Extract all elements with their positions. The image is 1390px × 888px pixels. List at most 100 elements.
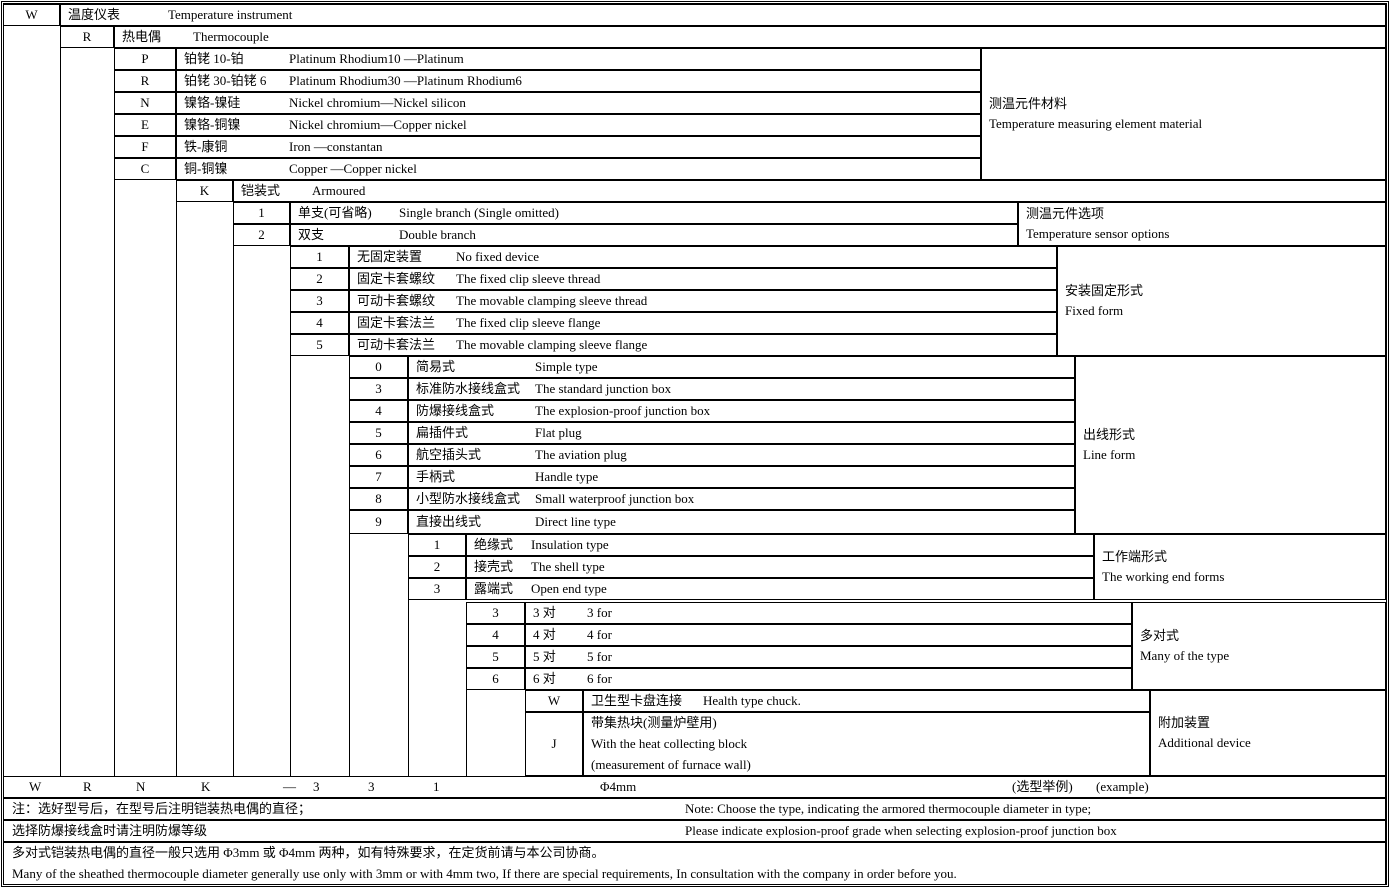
additional-device-code: J xyxy=(551,736,557,751)
working-end-en: Open end type xyxy=(531,581,607,596)
line-form-label-cell xyxy=(1074,355,1386,534)
example-label-zh: (选型举例) xyxy=(1012,779,1073,794)
example-code: K xyxy=(201,779,211,794)
material-code: P xyxy=(141,51,149,66)
material-code: R xyxy=(140,73,150,88)
column-divider xyxy=(525,690,526,776)
material-en: Platinum Rhodium10 —Platinum xyxy=(289,51,464,66)
working-end-code: 2 xyxy=(433,559,441,574)
multi-pair-code: 5 xyxy=(492,649,499,664)
fixed-form-code: 5 xyxy=(316,337,323,352)
sensor-option-en: Double branch xyxy=(399,227,476,242)
line-form-en: The standard junction box xyxy=(535,381,672,396)
note-zh: 选择防爆接线盒时请注明防爆等级 xyxy=(12,823,208,838)
line-form-en: Flat plug xyxy=(535,425,582,440)
line-form-en: Handle type xyxy=(535,469,599,484)
structure-code: K xyxy=(199,183,210,198)
line-form-en: The explosion-proof junction box xyxy=(535,403,711,418)
working-end-label-cell xyxy=(1093,533,1386,600)
type-en: Thermocouple xyxy=(193,29,269,44)
additional-device-label-zh: 附加装置 xyxy=(1158,715,1211,730)
fixed-form-zh: 可动卡套螺纹 xyxy=(357,293,436,308)
multi-pair-en: 5 for xyxy=(587,649,612,664)
line-form-code: 6 xyxy=(375,447,382,462)
material-zh: 铜-铜镍 xyxy=(184,161,228,176)
fixed-form-row xyxy=(348,245,1057,268)
example-code: 3 xyxy=(313,779,320,794)
multi-pair-label-en: Many of the type xyxy=(1140,648,1230,663)
note-zh: 注：选好型号后，在型号后注明铠装热电偶的直径； xyxy=(12,801,312,816)
example-code: 3 xyxy=(368,779,375,794)
example-code: 1 xyxy=(433,779,440,794)
material-en: Copper —Copper nickel xyxy=(289,161,417,176)
sensor-option-en: Single branch (Single omitted) xyxy=(399,205,559,220)
example-label-en: (example) xyxy=(1096,779,1149,794)
material-zh: 铁-康铜 xyxy=(184,139,228,154)
column-divider xyxy=(233,202,234,776)
line-form-code: 5 xyxy=(375,425,382,440)
sensor-option-label-en: Temperature sensor options xyxy=(1026,226,1170,241)
note-zh: 多对式铠装热电偶的直径一般只选用 Φ3mm 或 Φ4mm 两种，如有特殊要求，在… xyxy=(12,845,605,860)
material-label-zh: 测温元件材料 xyxy=(989,96,1068,111)
additional-device-en: With the heat collecting block xyxy=(591,736,748,751)
working-end-zh: 接壳式 xyxy=(474,559,514,574)
fixed-form-label-zh: 安装固定形式 xyxy=(1065,283,1144,298)
line-form-row xyxy=(407,465,1075,488)
fixed-form-label-en: Fixed form xyxy=(1065,303,1124,318)
working-end-label-en: The working end forms xyxy=(1102,569,1225,584)
column-divider xyxy=(60,26,61,776)
additional-device-label-en: Additional device xyxy=(1158,735,1251,750)
material-label-cell xyxy=(980,47,1386,180)
additional-device-code: W xyxy=(547,693,561,708)
multi-pair-label-cell xyxy=(1131,601,1386,690)
material-en: Nickel chromium—Copper nickel xyxy=(289,117,467,132)
note-en: Many of the sheathed thermocouple diamet… xyxy=(12,866,957,881)
fixed-form-en: No fixed device xyxy=(456,249,540,264)
material-zh: 镍铬-镍硅 xyxy=(184,95,241,110)
type-zh: 热电偶 xyxy=(122,29,162,44)
column-divider xyxy=(176,180,177,776)
line-form-row xyxy=(407,355,1075,378)
column-divider xyxy=(466,602,467,776)
type-row xyxy=(113,25,1386,48)
multi-pair-code: 6 xyxy=(492,671,499,686)
line-form-row xyxy=(407,421,1075,444)
multi-pair-label-zh: 多对式 xyxy=(1140,628,1180,643)
fixed-form-en: The fixed clip sleeve thread xyxy=(456,271,601,286)
line-form-code: 3 xyxy=(375,381,382,396)
fixed-form-en: The fixed clip sleeve flange xyxy=(456,315,601,330)
line-form-en: Direct line type xyxy=(535,514,616,529)
multi-pair-en: 6 for xyxy=(587,671,612,686)
additional-device-zh: 卫生型卡盘连接 xyxy=(591,693,683,708)
line-form-zh: 标准防水接线盒式 xyxy=(416,381,521,396)
material-zh: 镍铬-铜镍 xyxy=(184,117,241,132)
fixed-form-code: 2 xyxy=(316,271,323,286)
material-en: Nickel chromium—Nickel silicon xyxy=(289,95,466,110)
line-form-label-zh: 出线形式 xyxy=(1083,427,1136,442)
multi-pair-en: 3 for xyxy=(587,605,612,620)
material-zh: 铂铑 10-铂 xyxy=(184,51,244,66)
sensor-option-code: 1 xyxy=(258,205,265,220)
instrument-zh: 温度仪表 xyxy=(68,7,121,22)
material-code: C xyxy=(140,161,150,176)
material-label-en: Temperature measuring element material xyxy=(989,116,1203,131)
fixed-form-code: 1 xyxy=(316,249,323,264)
example-code: N xyxy=(136,779,146,794)
line-form-en: The aviation plug xyxy=(535,447,627,462)
fixed-form-code: 4 xyxy=(316,315,323,330)
structure-en: Armoured xyxy=(312,183,366,198)
material-en: Platinum Rhodium30 —Platinum Rhodium6 xyxy=(289,73,522,88)
column-divider xyxy=(349,356,350,776)
line-form-en: Small waterproof junction box xyxy=(535,491,695,506)
line-form-code: 4 xyxy=(375,403,382,418)
sensor-option-zh: 双支 xyxy=(298,227,325,242)
sensor-option-zh: 单支(可省略) xyxy=(298,205,372,220)
fixed-form-en: The movable clamping sleeve thread xyxy=(456,293,648,308)
working-end-code: 1 xyxy=(433,537,441,552)
line-form-code: 9 xyxy=(375,514,382,529)
instrument-en: Temperature instrument xyxy=(168,7,293,22)
multi-pair-row xyxy=(524,667,1132,690)
additional-device-en: Health type chuck. xyxy=(703,693,801,708)
column-divider xyxy=(290,246,291,776)
fixed-form-row xyxy=(348,289,1057,312)
